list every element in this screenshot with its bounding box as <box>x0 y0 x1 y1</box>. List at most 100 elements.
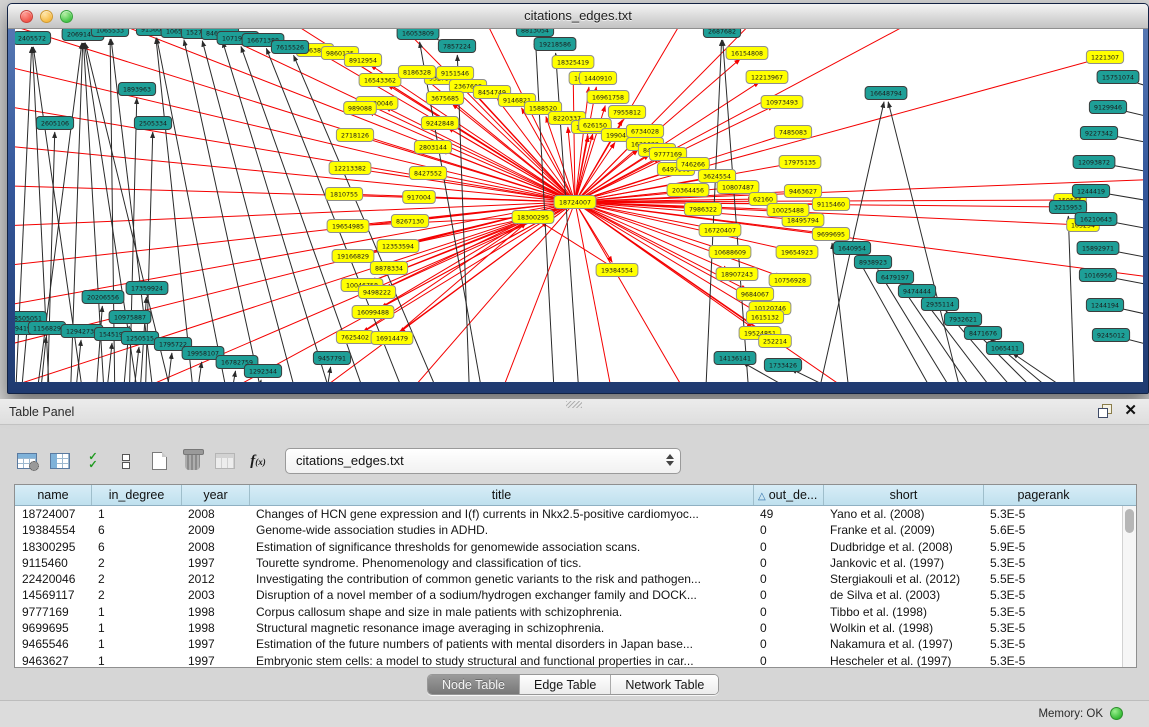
table-cell[interactable]: Franke et al. (2009) <box>823 522 983 538</box>
graph-node-19654985[interactable]: 19654985 <box>327 220 369 233</box>
table-cell[interactable]: 18724007 <box>15 506 91 522</box>
graph-node-9151546[interactable]: 9151546 <box>436 67 473 80</box>
table-cell[interactable]: Yano et al. (2008) <box>823 506 983 522</box>
table-settings-button[interactable] <box>16 448 38 474</box>
graph-node-7955812[interactable]: 7955812 <box>608 106 645 119</box>
graph-node-2687682[interactable]: 2687682 <box>703 29 740 38</box>
black-edge[interactable] <box>105 343 112 382</box>
table-cell[interactable]: 2 <box>91 571 181 587</box>
table-cell[interactable]: 1 <box>91 604 181 620</box>
graph-node-10756928[interactable]: 10756928 <box>769 274 811 287</box>
table-cell[interactable]: 9777169 <box>15 604 91 620</box>
graph-node-20364456[interactable]: 20364456 <box>667 184 709 197</box>
table-cell[interactable]: 18300295 <box>15 539 91 555</box>
table-cell[interactable]: 0 <box>753 522 823 538</box>
graph-node-17359924[interactable]: 17359924 <box>126 282 168 295</box>
graph-node-989088[interactable]: 989088 <box>344 102 377 115</box>
table-row[interactable]: 1456911722003Disruption of a novel membe… <box>15 587 1136 603</box>
graph-node-8938923[interactable]: 8938923 <box>854 256 891 269</box>
graph-node-1893963[interactable]: 1893963 <box>118 83 155 96</box>
graph-node-8813054[interactable]: 8813054 <box>516 29 553 37</box>
table-cell[interactable]: Estimation of the future numbers of pati… <box>249 636 753 652</box>
graph-node-1733426[interactable]: 1733426 <box>764 359 801 372</box>
table-cell[interactable]: Investigating the contribution of common… <box>249 571 753 587</box>
table-cell[interactable]: Estimation of significance thresholds fo… <box>249 539 753 555</box>
table-cell[interactable]: 1 <box>91 620 181 636</box>
graph-node-7615526[interactable]: 7615526 <box>271 41 308 54</box>
table-cell[interactable]: 5.5E-5 <box>983 571 1103 587</box>
table-row[interactable]: 969969511998Structural magnetic resonanc… <box>15 620 1136 636</box>
graph-node-10688609[interactable]: 10688609 <box>709 246 751 259</box>
graph-node-16914479[interactable]: 16914479 <box>371 332 413 345</box>
graph-node-1244419[interactable]: 1244419 <box>1072 185 1109 198</box>
graph-node-7932621[interactable]: 7932621 <box>944 313 981 326</box>
graph-node-8471676[interactable]: 8471676 <box>964 327 1001 340</box>
red-edge[interactable] <box>377 221 525 292</box>
graph-node-9699695[interactable]: 9699695 <box>812 228 849 241</box>
graph-node-1292344[interactable]: 1292344 <box>244 365 281 378</box>
select-all-columns-button[interactable]: ✓✓ <box>82 448 104 474</box>
graph-node-3675685[interactable]: 3675685 <box>426 92 463 105</box>
table-cell[interactable]: Jankovic et al. (1997) <box>823 555 983 571</box>
graph-node-8186328[interactable]: 8186328 <box>398 66 435 79</box>
function-builder-button[interactable]: f(x) <box>247 448 269 474</box>
panel-resize-grip[interactable] <box>566 401 582 408</box>
graph-node-18325419[interactable]: 18325419 <box>552 56 594 69</box>
table-cell[interactable]: 5.6E-5 <box>983 522 1103 538</box>
graph-node-1221307[interactable]: 1221307 <box>1086 51 1123 64</box>
table-cell[interactable]: 0 <box>753 636 823 652</box>
table-row[interactable]: 1830029562008Estimation of significance … <box>15 539 1136 555</box>
table-cell[interactable]: 49 <box>753 506 823 522</box>
table-cell[interactable]: 1997 <box>181 653 249 668</box>
table-row[interactable]: 946554611997Estimation of the future num… <box>15 636 1136 652</box>
graph-node-12213967[interactable]: 12213967 <box>746 71 788 84</box>
import-table-button[interactable] <box>214 448 236 474</box>
table-cell[interactable]: 2 <box>91 587 181 603</box>
table-cell[interactable]: 0 <box>753 620 823 636</box>
table-cell[interactable]: 0 <box>753 587 823 603</box>
graph-node-16154808[interactable]: 16154808 <box>726 47 768 60</box>
black-edge[interactable] <box>1068 216 1075 382</box>
graph-node-1244194[interactable]: 1244194 <box>1086 299 1123 312</box>
table-cell[interactable]: Changes of HCN gene expression and I(f) … <box>249 506 753 522</box>
black-edge[interactable] <box>324 367 331 382</box>
table-row[interactable]: 1872400712008Changes of HCN gene express… <box>15 506 1136 522</box>
graph-node-15751074[interactable]: 15751074 <box>1097 71 1139 84</box>
table-cell[interactable]: Tibbo et al. (1998) <box>823 604 983 620</box>
table-cell[interactable]: 1998 <box>181 604 249 620</box>
graph-node-18907243[interactable]: 18907243 <box>716 268 758 281</box>
graph-node-1440910[interactable]: 1440910 <box>579 72 616 85</box>
red-edge[interactable] <box>541 222 617 270</box>
graph-node-10973493[interactable]: 10973493 <box>761 96 803 109</box>
red-edge[interactable] <box>575 202 615 382</box>
graph-node-1156829[interactable]: 1156829 <box>28 322 65 335</box>
graph-node-9245012[interactable]: 9245012 <box>1092 329 1129 342</box>
graph-node-8912954[interactable]: 8912954 <box>344 54 381 67</box>
red-edge[interactable] <box>368 112 575 202</box>
graph-node-2935114[interactable]: 2935114 <box>921 298 958 311</box>
graph-node-6479197[interactable]: 6479197 <box>876 271 913 284</box>
black-edge[interactable] <box>888 102 965 382</box>
table-cell[interactable]: 22420046 <box>15 571 91 587</box>
graph-node-19654923[interactable]: 19654923 <box>776 246 818 259</box>
tab-node-table[interactable]: Node Table <box>428 675 519 694</box>
graph-node-3215953[interactable]: 3215953 <box>1049 201 1086 214</box>
network-view-canvas[interactable]: 1872400718300295193845541654336293275082… <box>15 29 1143 382</box>
column-header-out_de[interactable]: △out_de... <box>753 485 823 505</box>
table-cell[interactable]: 5.3E-5 <box>983 555 1103 571</box>
graph-node-12353594[interactable]: 12353594 <box>377 240 419 253</box>
table-cell[interactable]: 5.3E-5 <box>983 620 1103 636</box>
table-row[interactable]: 2242004622012Investigating the contribut… <box>15 571 1136 587</box>
graph-node-10025488[interactable]: 10025488 <box>767 204 809 217</box>
graph-node-8427552[interactable]: 8427552 <box>409 167 446 180</box>
unselect-all-columns-button[interactable] <box>115 448 137 474</box>
graph-node-9242848[interactable]: 9242848 <box>421 117 458 130</box>
column-header-name[interactable]: name <box>15 485 91 505</box>
graph-node-8878334[interactable]: 8878334 <box>370 262 407 275</box>
graph-node-2718126[interactable]: 2718126 <box>336 129 373 142</box>
table-cell[interactable]: 9463627 <box>15 653 91 668</box>
graph-node-9129946[interactable]: 9129946 <box>1089 101 1126 114</box>
table-cell[interactable]: 5.9E-5 <box>983 539 1103 555</box>
graph-node-9684067[interactable]: 9684067 <box>736 288 773 301</box>
column-header-title[interactable]: title <box>249 485 753 505</box>
